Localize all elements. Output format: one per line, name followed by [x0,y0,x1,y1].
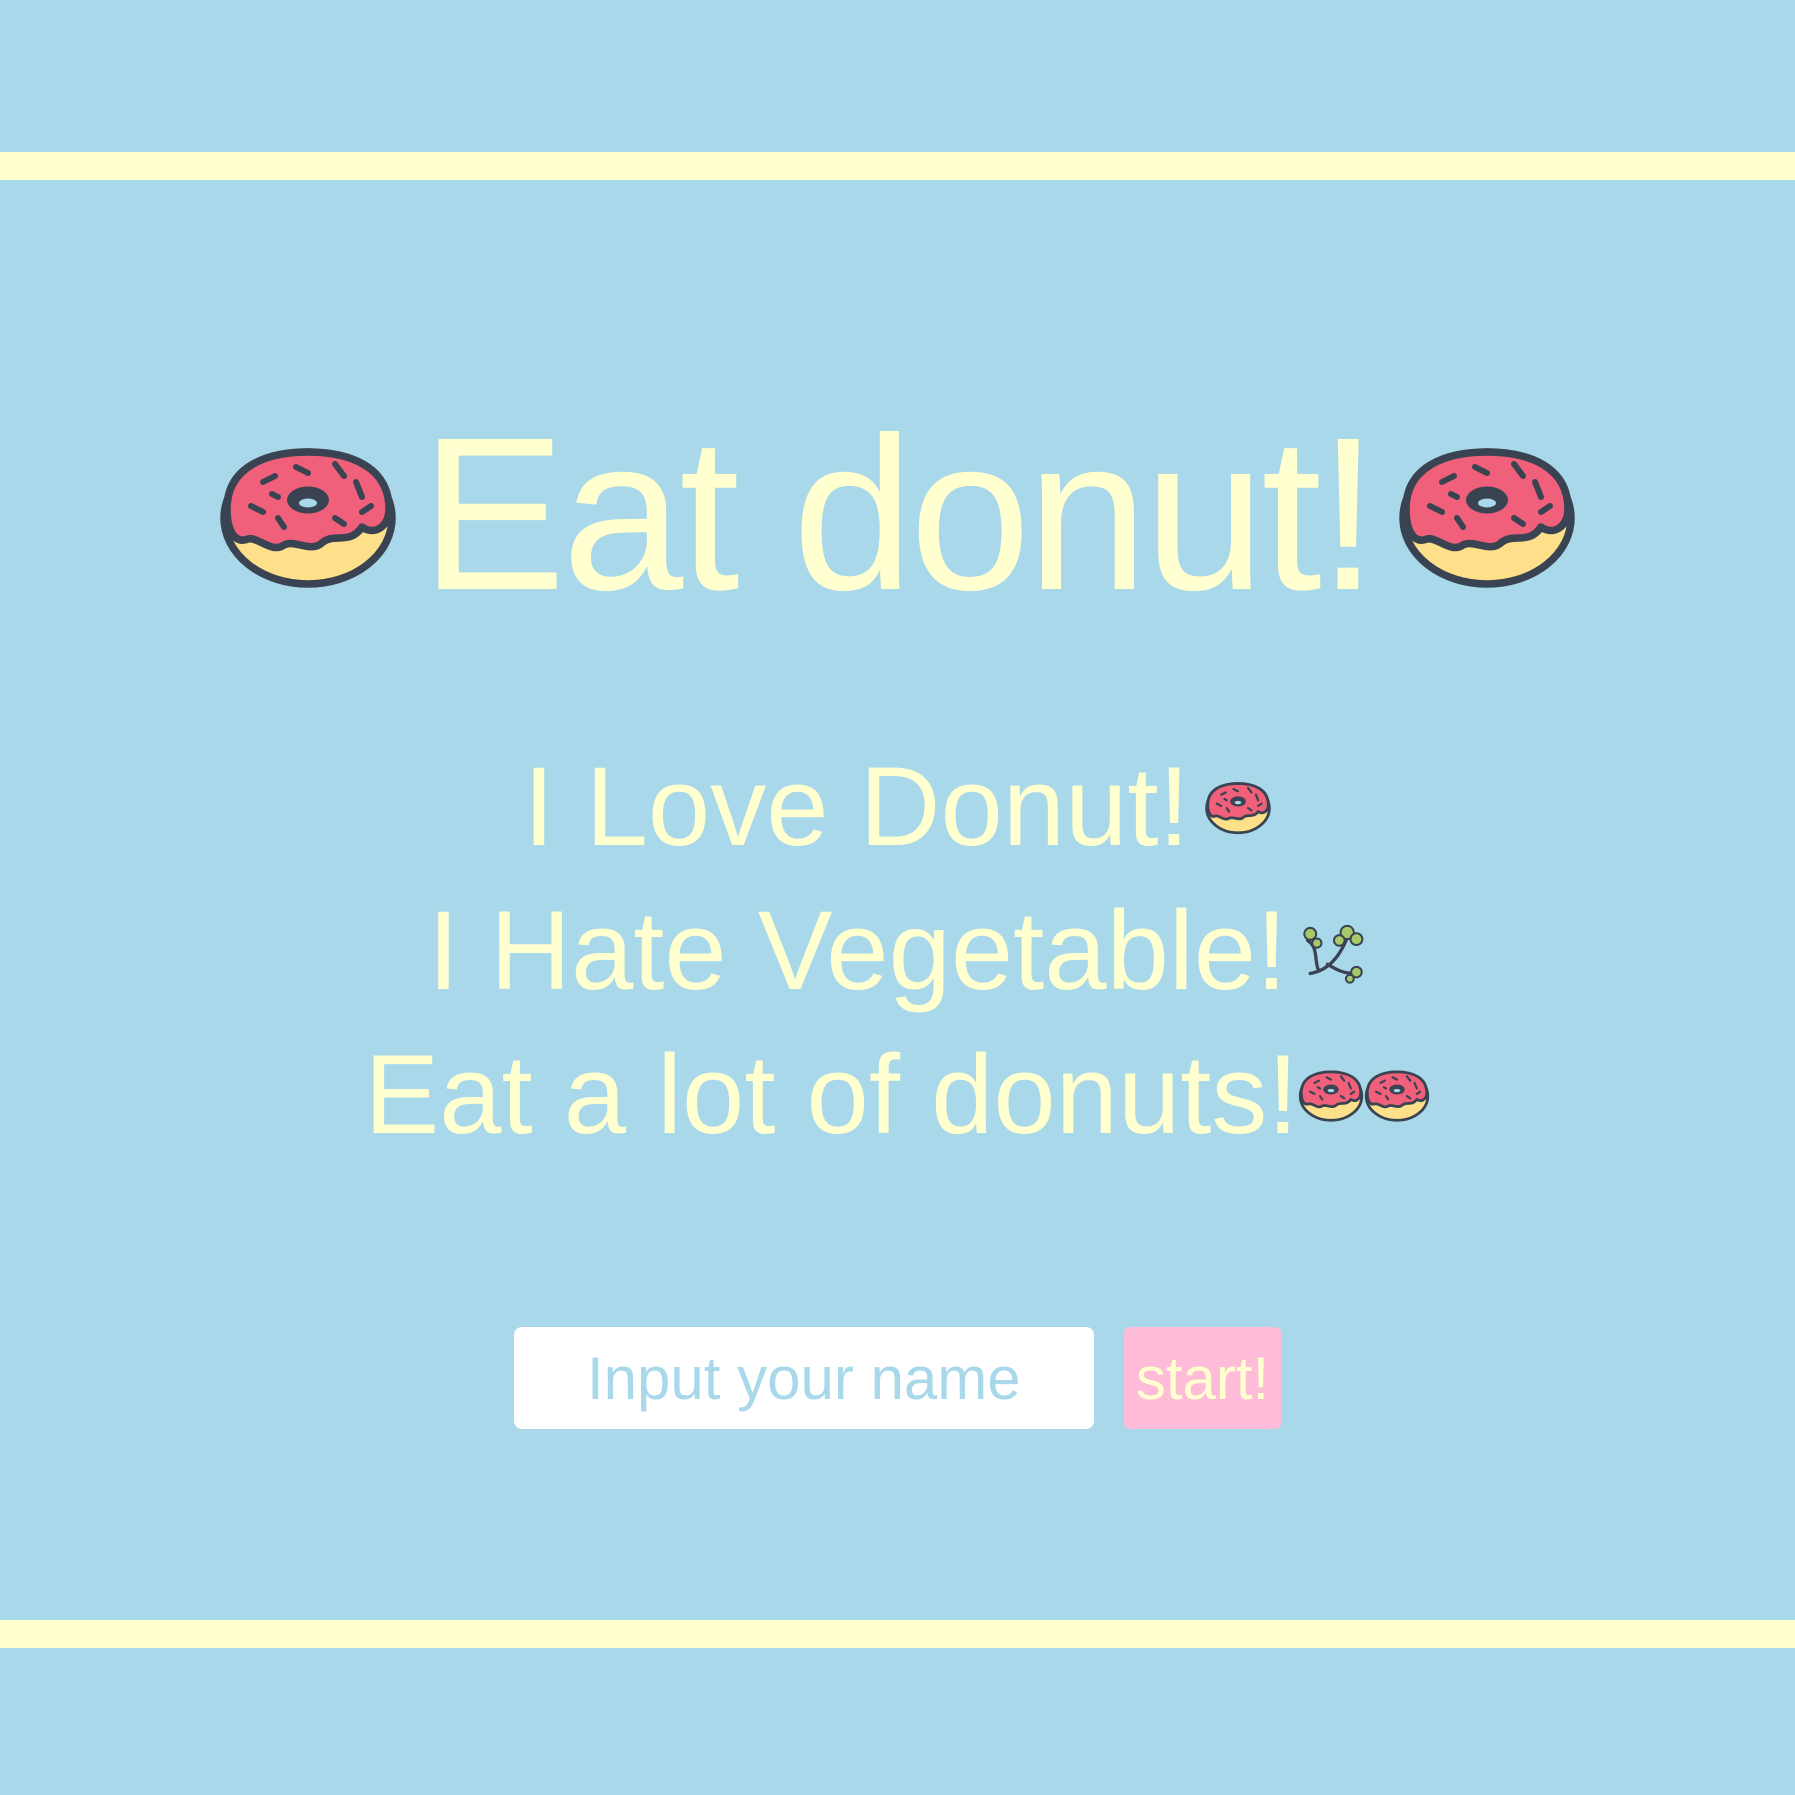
tagline-list: I Love Donut! I Hate Vegetable! Eat a lo… [0,735,1795,1167]
tagline-text: I Hate Vegetable! [427,888,1288,1013]
tagline-text: I Love Donut! [523,744,1190,869]
start-button[interactable]: start! [1123,1327,1282,1429]
name-form: start! [0,1327,1795,1429]
donut-icon [1364,1067,1430,1123]
tagline-text: Eat a lot of donuts! [364,1032,1299,1157]
bottom-stripe [0,1620,1795,1648]
donut-icon [1298,1067,1364,1123]
tagline-hate: I Hate Vegetable! [0,879,1795,1023]
donut-icon [1396,440,1578,590]
title-row: Eat donut! [0,400,1795,630]
page-title: Eat donut! [420,393,1379,636]
name-input[interactable] [513,1327,1094,1429]
tagline-love: I Love Donut! [0,735,1795,879]
top-stripe [0,152,1795,180]
tagline-eat: Eat a lot of donuts! [0,1023,1795,1167]
herb-icon [1301,918,1367,984]
donut-icon [1204,779,1272,835]
donut-icon [217,440,399,590]
